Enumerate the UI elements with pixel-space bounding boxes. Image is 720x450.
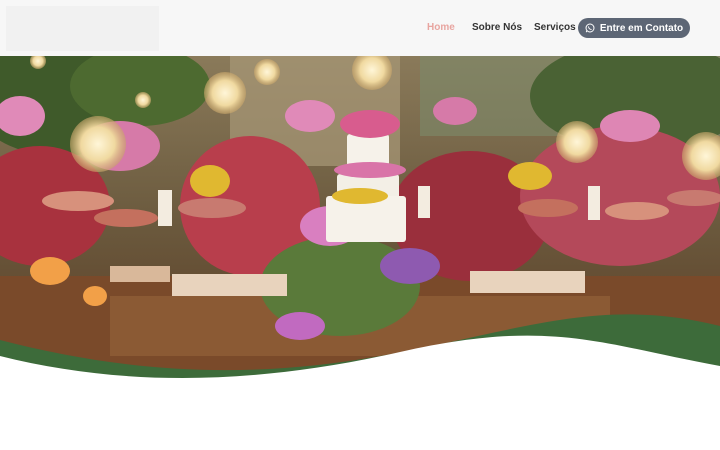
logo[interactable] [6,6,159,51]
nav-servicos[interactable]: Serviços [534,22,576,33]
nav-sobre-nos[interactable]: Sobre Nós [472,22,522,33]
hero-image [0,56,720,386]
contact-button-label: Entre em Contato [599,22,684,34]
whatsapp-icon [585,23,595,33]
site-header: Home Sobre Nós Serviços Entre em Contato [0,0,720,56]
hero-banner [0,56,720,386]
contact-button[interactable]: Entre em Contato [578,18,690,38]
nav-home[interactable]: Home [427,22,455,33]
page: Home Sobre Nós Serviços Entre em Contato [0,0,720,450]
